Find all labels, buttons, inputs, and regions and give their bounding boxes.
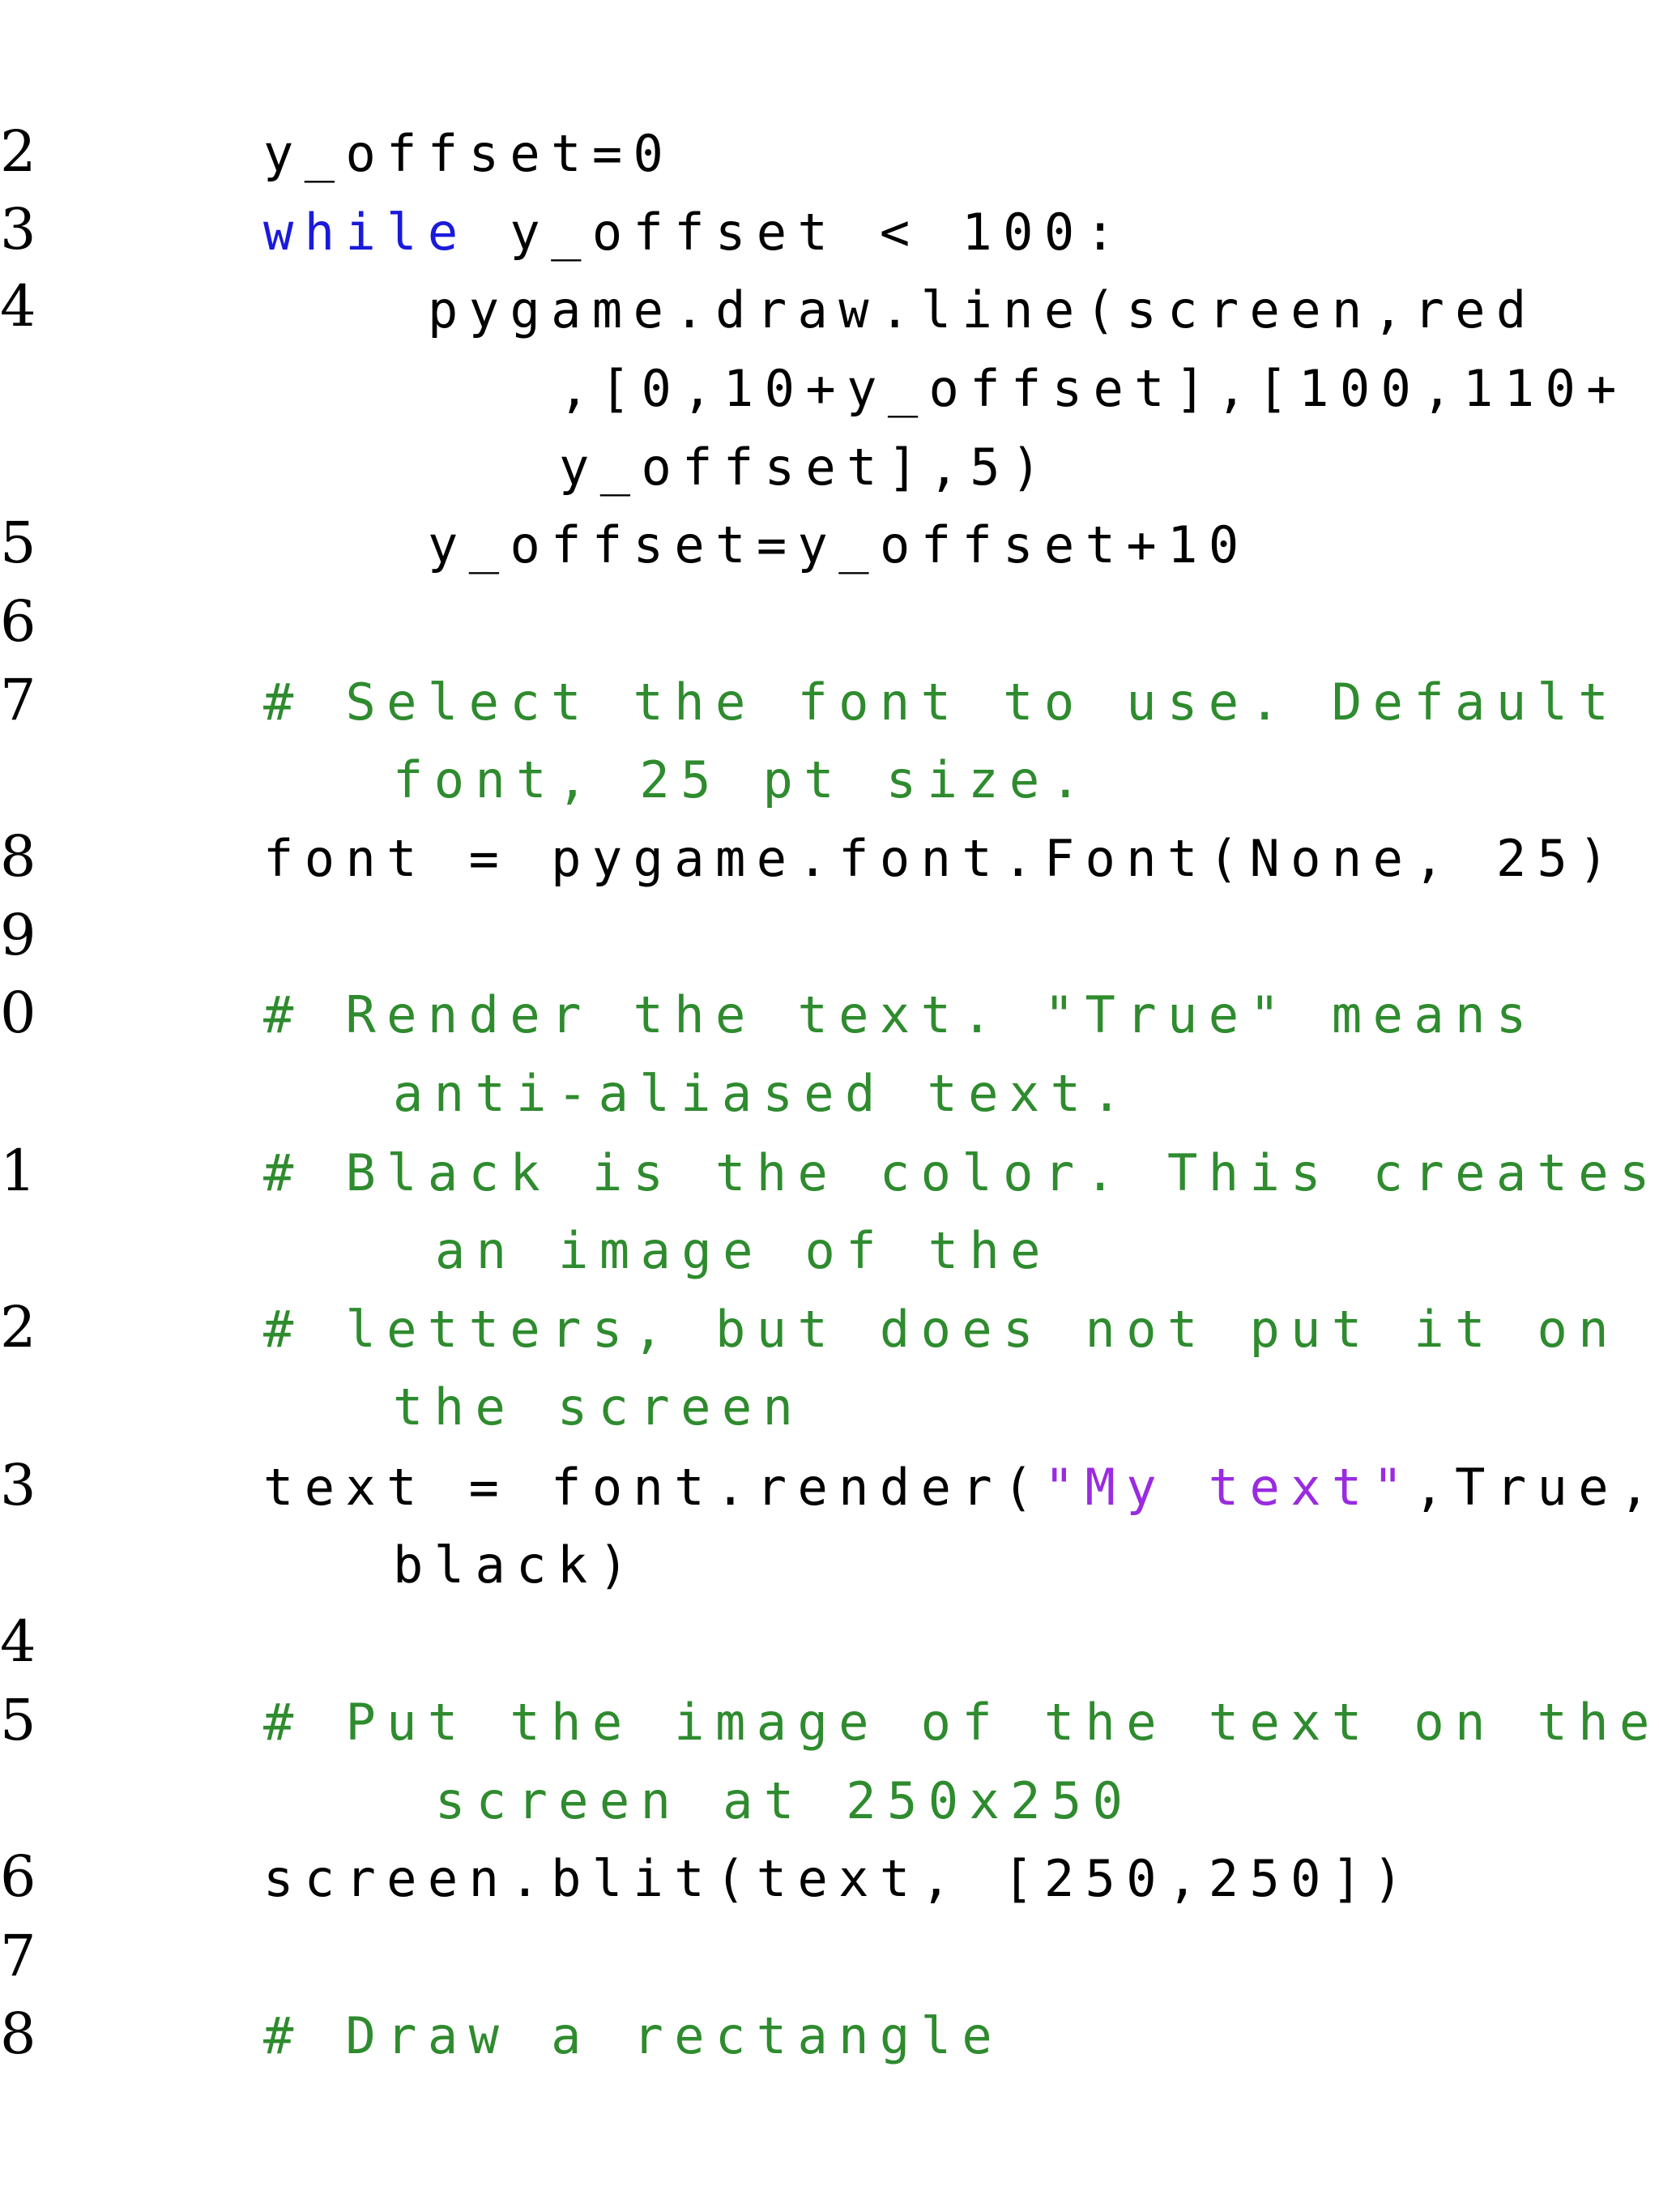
code-fragment: ,True,: [1414, 1458, 1659, 1517]
code-listing: 2 3 4 5 6 7 8 9 0 1 2 3 4 5 6 7 8 y_offs…: [0, 0, 1659, 2212]
line-number: 0: [0, 980, 36, 1046]
comment-line: # Black is the color. This creates: [263, 1143, 1659, 1202]
code-line: y_offset=0: [263, 124, 675, 183]
code-line-continuation: y_offset],5): [559, 438, 1052, 497]
code-fragment: y_offset < 100:: [468, 203, 1127, 262]
line-number: 8: [0, 823, 36, 890]
code-line: screen.blit(text, [250,250]): [263, 1849, 1414, 1908]
code-line-continuation: ,[0,10+y_offset],[100,110+: [559, 359, 1627, 418]
string-literal: "My text": [1043, 1458, 1414, 1517]
code-line: pygame.draw.line(screen,red: [428, 280, 1537, 339]
line-number: 9: [0, 902, 36, 968]
line-number: 4: [0, 1608, 36, 1675]
comment-line: # letters, but does not put it on: [263, 1300, 1619, 1359]
line-number: 3: [0, 1452, 36, 1518]
line-number: 7: [0, 1923, 36, 1989]
code-line-continuation: black): [393, 1535, 640, 1595]
comment-line-continuation: font, 25 pt size.: [393, 750, 1092, 809]
line-number: 5: [0, 1687, 36, 1753]
code-line: text = font.render("My text",True,: [263, 1459, 1659, 1516]
comment-line: # Render the text. "True" means: [263, 985, 1537, 1044]
comment-line-continuation: an image of the: [435, 1221, 1051, 1280]
comment-line-continuation: anti-aliased text.: [393, 1064, 1133, 1123]
line-number: 6: [0, 1843, 36, 1910]
line-number: 2: [0, 1294, 36, 1360]
line-number: 8: [0, 2001, 36, 2067]
comment-line: # Draw a rectangle: [263, 2006, 1004, 2065]
line-number: 2: [0, 118, 36, 185]
code-fragment: text = font.render(: [263, 1458, 1044, 1517]
code-line: while y_offset < 100:: [263, 204, 1126, 261]
line-number: 6: [0, 588, 36, 655]
keyword-while: while: [263, 203, 469, 262]
line-number: 7: [0, 667, 36, 733]
line-number: 1: [0, 1138, 36, 1204]
comment-line: # Put the image of the text on the: [263, 1693, 1659, 1752]
code-line: font = pygame.font.Font(None, 25): [263, 829, 1619, 888]
line-number: 3: [0, 196, 36, 263]
code-line: y_offset=y_offset+10: [428, 515, 1250, 574]
line-number: 4: [0, 273, 36, 339]
comment-line: # Select the font to use. Default: [263, 673, 1619, 732]
comment-line-continuation: screen at 250x250: [435, 1771, 1134, 1830]
line-number: 5: [0, 510, 36, 576]
comment-line-continuation: the screen: [393, 1377, 804, 1437]
